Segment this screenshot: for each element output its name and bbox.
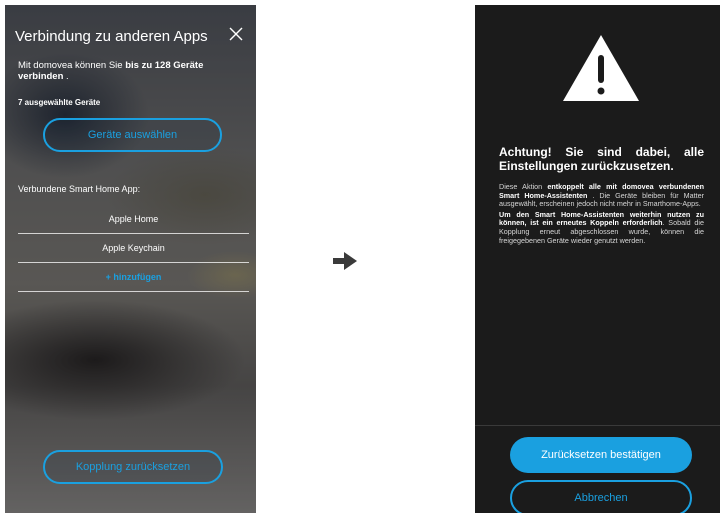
add-app-button[interactable]: + hinzufügen (18, 263, 249, 292)
page-title: Verbindung zu anderen Apps (15, 28, 208, 45)
warning-triangle-icon (563, 35, 639, 101)
close-icon[interactable] (229, 27, 243, 41)
divider (475, 425, 720, 426)
warning-body: Diese Aktion entkoppelt alle mit domovea… (499, 182, 704, 247)
select-devices-button[interactable]: Geräte auswählen (43, 118, 222, 152)
app-row-apple-keychain[interactable]: Apple Keychain (18, 234, 249, 263)
reset-pairing-button[interactable]: Kopplung zurücksetzen (43, 450, 223, 484)
app-row-apple-home[interactable]: Apple Home (18, 205, 249, 234)
intro-prefix: Mit domovea können Sie (18, 60, 126, 71)
confirm-reset-button[interactable]: Zurücksetzen bestätigen (510, 437, 692, 473)
warning-paragraph-1: Diese Aktion entkoppelt alle mit domovea… (499, 182, 704, 209)
selected-devices-count: 7 ausgewählte Geräte (18, 98, 101, 107)
warning-paragraph-2: Um den Smart Home-Assistenten weiterhin … (499, 210, 704, 245)
intro-text: Mit domovea können Sie bis zu 128 Geräte… (18, 60, 243, 82)
cancel-button[interactable]: Abbrechen (510, 480, 692, 513)
intro-suffix: . (63, 71, 69, 82)
warning-title: Achtung! Sie sind dabei, alle Einstellun… (499, 145, 704, 173)
connections-screen: Verbindung zu anderen Apps Mit domovea k… (5, 5, 256, 513)
reset-warning-screen: Achtung! Sie sind dabei, alle Einstellun… (475, 5, 720, 513)
arrow-right-icon (333, 252, 357, 270)
connected-apps-label: Verbundene Smart Home App: (18, 184, 141, 194)
